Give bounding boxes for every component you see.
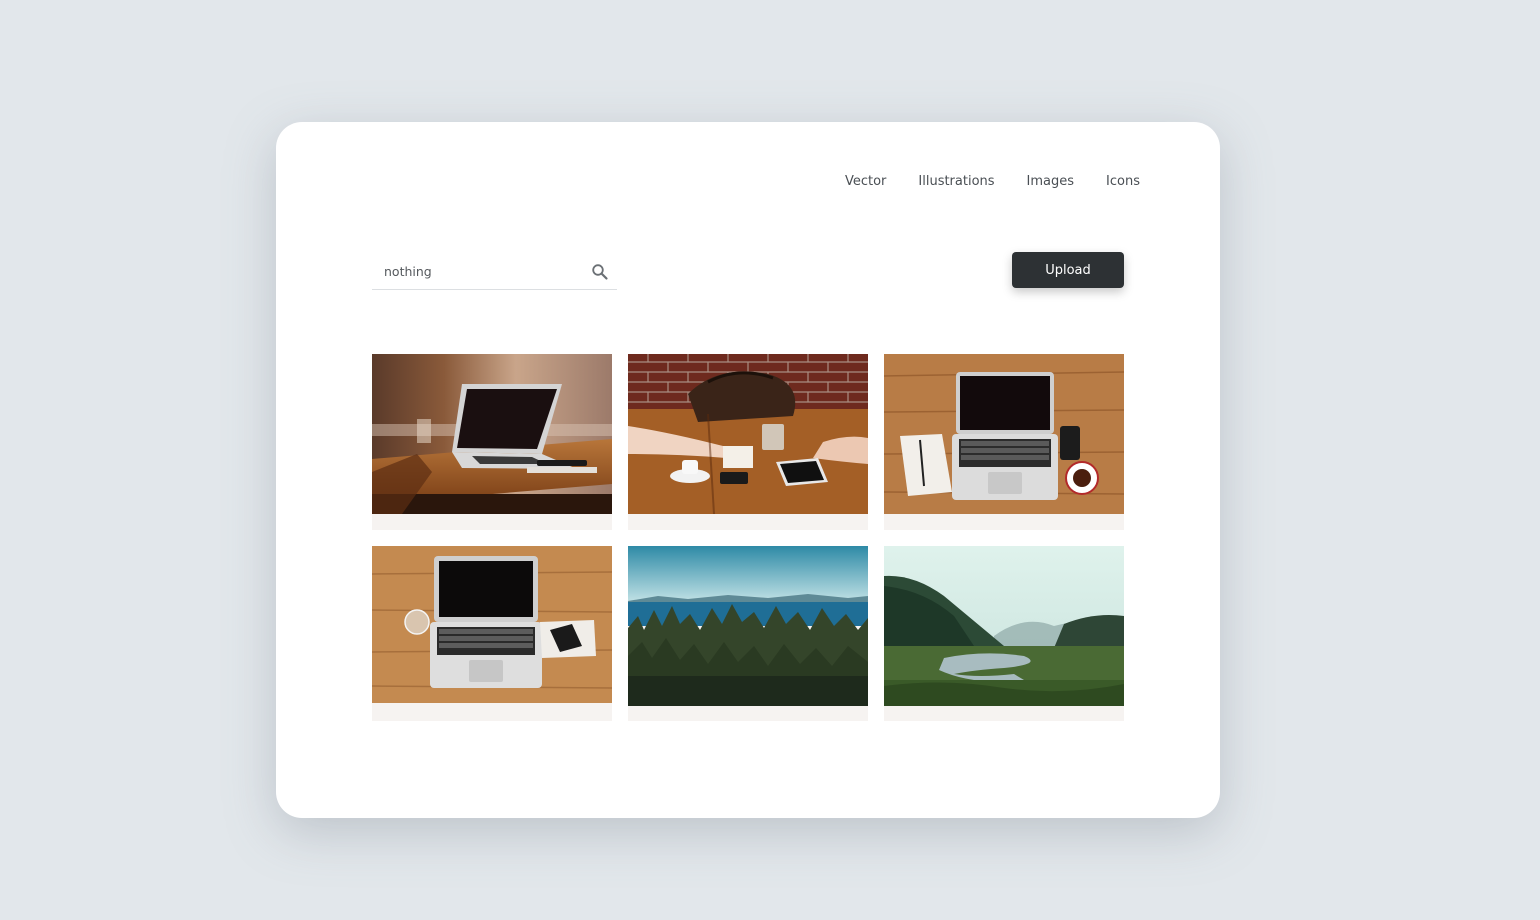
search-input[interactable]	[372, 254, 591, 289]
upload-button[interactable]: Upload	[1012, 252, 1124, 288]
search-bar	[372, 254, 617, 290]
nav-vector[interactable]: Vector	[845, 174, 886, 189]
main-card: Vector Illustrations Images Icons Upload	[276, 122, 1220, 818]
gallery-image[interactable]	[628, 354, 868, 514]
gallery-image[interactable]	[628, 546, 868, 706]
top-nav: Vector Illustrations Images Icons	[845, 174, 1140, 189]
gallery-image[interactable]	[372, 546, 612, 703]
gallery-item-2[interactable]	[628, 354, 868, 530]
nav-images[interactable]: Images	[1027, 174, 1075, 189]
gallery-item-6[interactable]	[884, 546, 1124, 721]
gallery-image[interactable]	[884, 546, 1124, 706]
gallery-image[interactable]	[372, 354, 612, 514]
gallery-item-3[interactable]	[884, 354, 1124, 530]
gallery-image[interactable]	[884, 354, 1124, 514]
nav-icons[interactable]: Icons	[1106, 174, 1140, 189]
search-icon[interactable]	[591, 263, 609, 281]
gallery-item-1[interactable]	[372, 354, 612, 530]
gallery-item-5[interactable]	[628, 546, 868, 721]
nav-illustrations[interactable]: Illustrations	[918, 174, 994, 189]
gallery-item-4[interactable]	[372, 546, 612, 721]
